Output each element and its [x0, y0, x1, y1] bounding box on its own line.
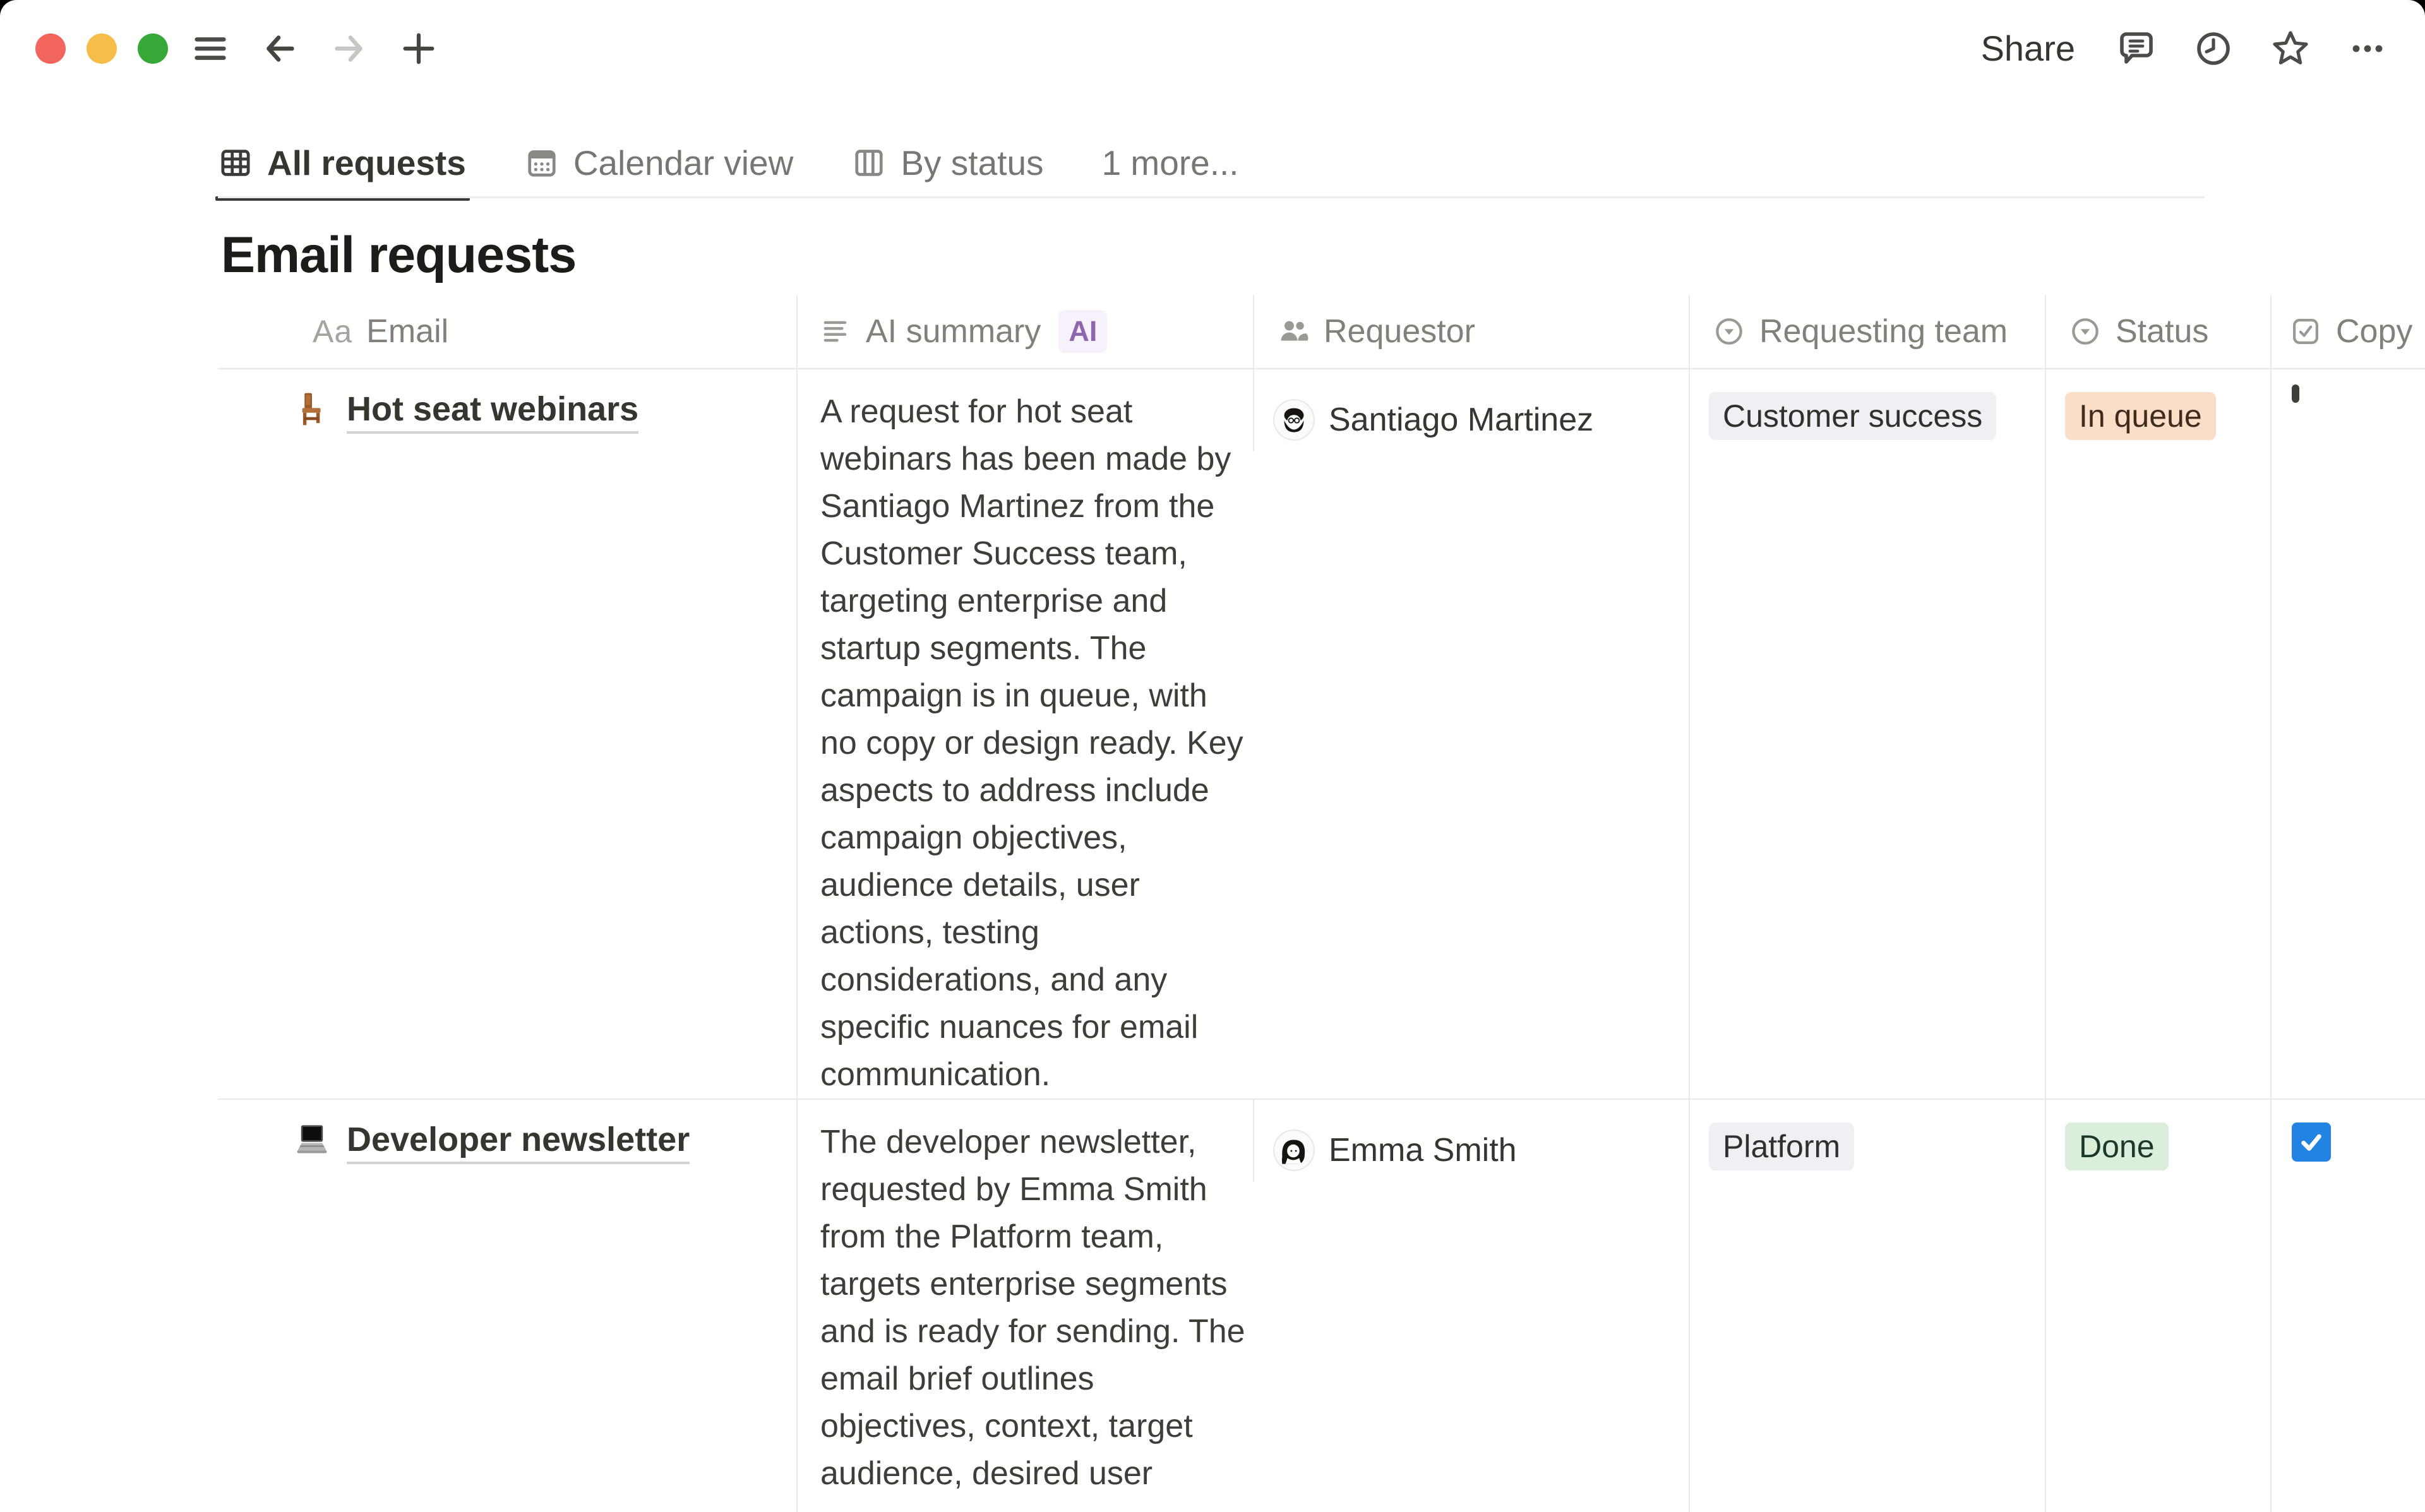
- notion-window: Share: [0, 0, 2425, 1512]
- team-tag: Customer success: [1709, 392, 1996, 440]
- column-header-requesting-team[interactable]: Requesting team: [1689, 295, 2045, 368]
- column-header-requestor[interactable]: Requestor: [1253, 295, 1689, 368]
- column-label: Requesting team: [1759, 313, 2008, 350]
- column-header-copy[interactable]: Copy: [2270, 295, 2425, 368]
- select-property-icon: [1713, 315, 1745, 348]
- board-view-icon: [851, 145, 887, 181]
- table-row: Hot seat webinars A request for hot seat…: [218, 369, 2425, 1100]
- column-label: AI summary: [866, 313, 1041, 350]
- history-button[interactable]: [2193, 28, 2234, 69]
- copy-cell[interactable]: [2270, 369, 2425, 1098]
- sidebar-menu-button[interactable]: [189, 28, 231, 69]
- more-views-button[interactable]: 1 more...: [1102, 143, 1239, 183]
- status-badge: Done: [2065, 1122, 2169, 1170]
- hamburger-menu-icon: [191, 29, 230, 68]
- chair-emoji: [294, 391, 330, 427]
- person-name: Santiago Martinez: [1329, 401, 1593, 439]
- table-view-icon: [218, 145, 253, 181]
- tab-label: Calendar view: [573, 143, 794, 183]
- forward-button[interactable]: [328, 28, 370, 69]
- people-icon: [1277, 315, 1310, 348]
- forward-arrow-icon: [330, 29, 369, 68]
- new-page-button[interactable]: [398, 28, 440, 69]
- ai-badge: AI: [1058, 310, 1107, 353]
- avatar: [1273, 399, 1315, 441]
- minimize-window-button[interactable]: [87, 33, 117, 64]
- tab-all-requests[interactable]: All requests: [218, 130, 466, 196]
- share-button[interactable]: Share: [1976, 25, 2080, 72]
- titlebar: Share: [0, 0, 2425, 96]
- requesting-team-cell[interactable]: Platform: [1689, 1100, 2045, 1512]
- back-arrow-icon: [260, 29, 299, 68]
- email-title-cell[interactable]: Developer newsletter: [218, 1100, 796, 1512]
- requesting-team-cell[interactable]: Customer success: [1689, 369, 2045, 1098]
- back-button[interactable]: [259, 28, 301, 69]
- page-title: Email requests: [221, 226, 576, 285]
- table-row: Developer newsletter The developer newsl…: [218, 1100, 2425, 1512]
- column-header-status[interactable]: Status: [2045, 295, 2270, 368]
- ai-summary-cell[interactable]: The developer newsletter, requested by E…: [796, 1100, 1253, 1512]
- checkbox-property-icon: [2289, 315, 2322, 348]
- page-link[interactable]: Hot seat webinars: [347, 388, 638, 434]
- history-clock-icon: [2193, 28, 2234, 69]
- email-requests-table: Aa Email AI summary AI Requestor: [218, 295, 2425, 1512]
- avatar: [1273, 1129, 1315, 1171]
- column-header-ai-summary[interactable]: AI summary AI: [796, 295, 1253, 368]
- calendar-view-icon: [524, 145, 560, 181]
- more-options-button[interactable]: [2347, 28, 2388, 69]
- favorite-button[interactable]: [2270, 28, 2311, 69]
- table-header-row: Aa Email AI summary AI Requestor: [218, 295, 2425, 369]
- favorite-star-icon: [2270, 28, 2311, 69]
- status-cell[interactable]: Done: [2045, 1100, 2270, 1512]
- close-window-button[interactable]: [35, 33, 66, 64]
- tabs-divider: [218, 196, 2205, 198]
- email-title-cell[interactable]: Hot seat webinars: [218, 369, 796, 1098]
- plus-icon: [399, 29, 438, 68]
- more-ellipsis-icon: [2347, 28, 2388, 69]
- copy-checkbox-checked[interactable]: [2292, 1122, 2331, 1162]
- text-property-icon: Aa: [313, 313, 352, 350]
- comments-button[interactable]: [2116, 28, 2157, 69]
- column-header-email[interactable]: Aa Email: [218, 295, 796, 368]
- ai-summary-cell[interactable]: A request for hot seat webinars has been…: [796, 369, 1253, 1098]
- team-tag: Platform: [1709, 1122, 1854, 1170]
- column-label: Copy: [2336, 313, 2412, 350]
- person-name: Emma Smith: [1329, 1131, 1517, 1169]
- window-controls: [35, 33, 168, 64]
- comments-icon: [2116, 28, 2157, 69]
- text-lines-icon: [820, 316, 852, 347]
- column-label: Status: [2116, 313, 2208, 350]
- requestor-cell[interactable]: Emma Smith: [1253, 1100, 1689, 1182]
- column-label: Email: [366, 313, 448, 350]
- tab-calendar-view[interactable]: Calendar view: [524, 130, 794, 196]
- tab-by-status[interactable]: By status: [851, 130, 1043, 196]
- tab-label: By status: [901, 143, 1043, 183]
- status-cell[interactable]: In queue: [2045, 369, 2270, 1098]
- tab-label: All requests: [267, 143, 466, 183]
- page-link[interactable]: Developer newsletter: [347, 1119, 690, 1164]
- requestor-cell[interactable]: Santiago Martinez: [1253, 369, 1689, 451]
- copy-cell[interactable]: [2270, 1100, 2425, 1512]
- view-tabs: All requests Calendar view By status 1 m…: [218, 130, 1239, 196]
- zoom-window-button[interactable]: [138, 33, 168, 64]
- column-label: Requestor: [1324, 313, 1475, 350]
- laptop-emoji: [294, 1121, 330, 1158]
- copy-checkbox-unchecked[interactable]: [2292, 384, 2299, 403]
- status-badge: In queue: [2065, 392, 2216, 440]
- select-property-icon: [2069, 315, 2102, 348]
